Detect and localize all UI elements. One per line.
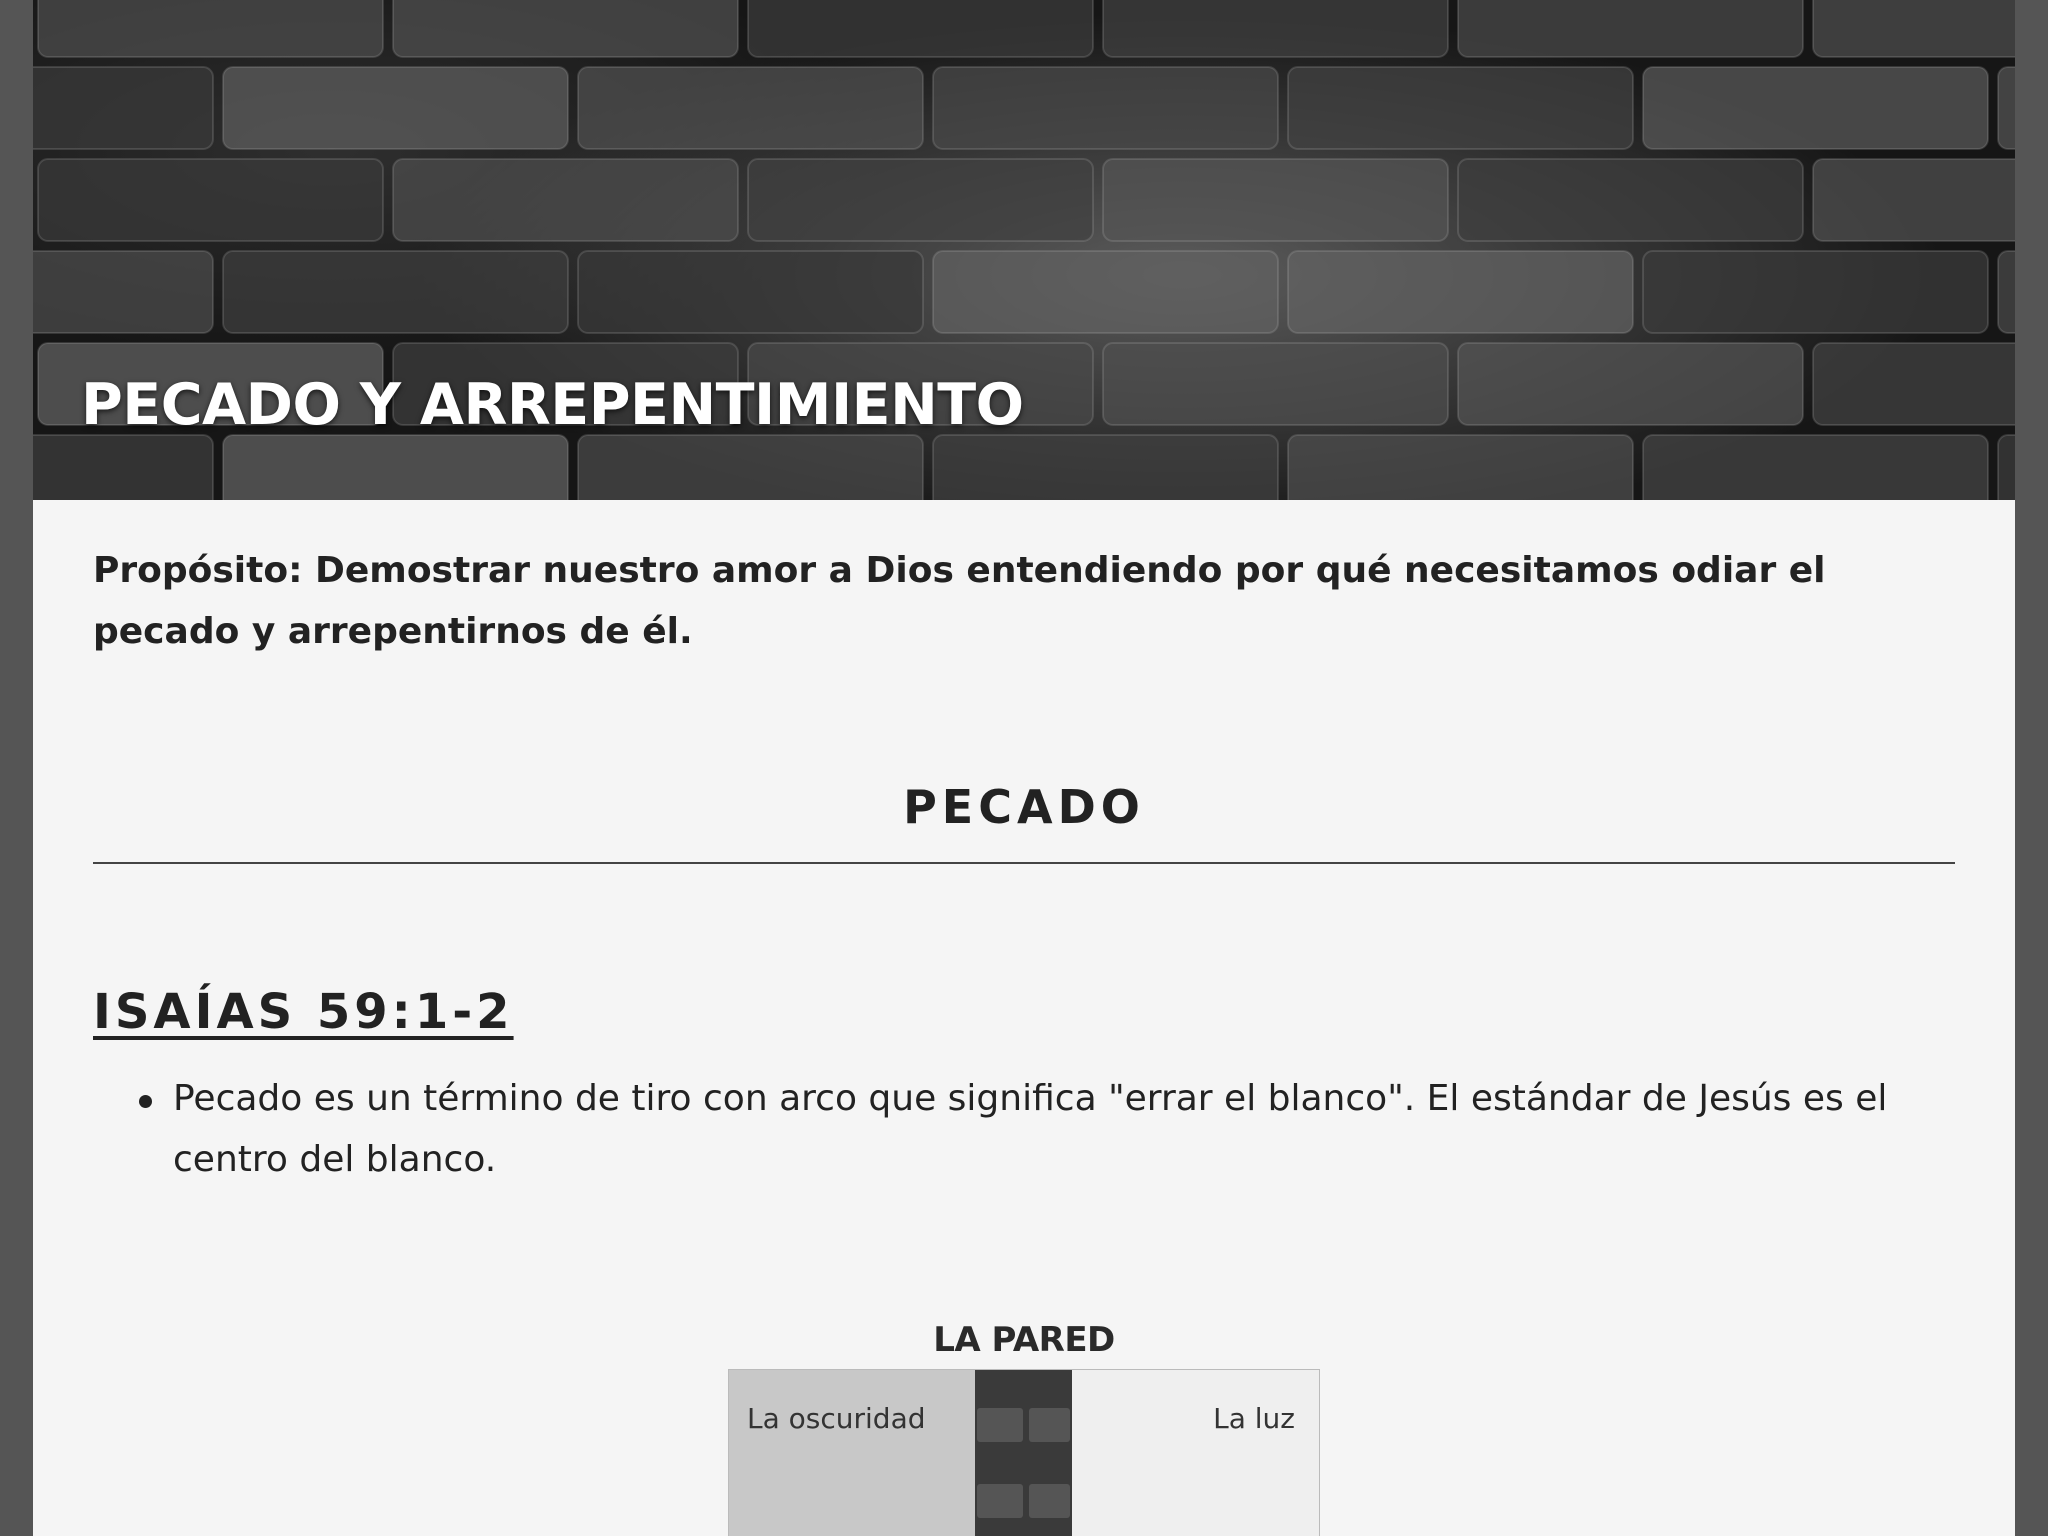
list-item: Pecado es un término de tiro con arco qu…	[139, 1068, 1893, 1190]
section-title: PECADO	[903, 780, 1145, 834]
light-label: La luz	[1213, 1402, 1295, 1435]
verse-reference: ISAÍAS 59:1-2	[93, 984, 514, 1040]
wall-column	[975, 1370, 1072, 1536]
section-divider	[93, 862, 1955, 864]
wall-diagram-title: LA PARED	[933, 1320, 1115, 1360]
purpose-statement: Propósito: Demostrar nuestro amor a Dios…	[93, 550, 1826, 652]
darkness-label: La oscuridad	[747, 1402, 926, 1435]
hero-banner: PECADO Y ARREPENTIMIENTO	[33, 0, 2015, 500]
light-zone	[1072, 1370, 1319, 1536]
bullet-list: Pecado es un término de tiro con arco qu…	[139, 1068, 1893, 1190]
page-title: PECADO Y ARREPENTIMIENTO	[81, 372, 1024, 438]
darkness-zone	[729, 1370, 975, 1536]
page: PECADO Y ARREPENTIMIENTO Propósito: Demo…	[33, 0, 2015, 1536]
wall-diagram: La oscuridad La luz	[728, 1369, 1320, 1536]
wall-bricks-icon	[977, 1408, 1070, 1518]
